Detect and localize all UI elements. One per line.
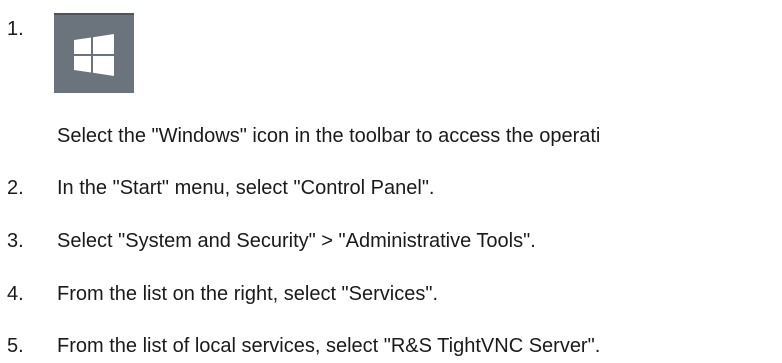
step-2-number: 2. [7,177,24,199]
step-3-text: Select "System and Security" > "Administ… [57,230,536,252]
step-4: 4. From the list on the right, select "S… [0,282,782,306]
step-1-text: Select the "Windows" icon in the toolbar… [57,125,601,147]
step-1: 1. Select the "Windows" icon in the tool… [0,0,782,150]
step-5: 5. From the list of local services, sele… [0,334,782,358]
step-4-text: From the list on the right, select "Serv… [57,283,439,305]
step-3-number: 3. [7,230,24,252]
windows-logo-icon [74,34,114,76]
step-5-text: From the list of local services, select … [57,335,601,357]
step-2: 2. In the "Start" menu, select "Control … [0,176,782,200]
step-4-number: 4. [7,283,24,305]
step-1-number: 1. [7,18,24,40]
step-2-text: In the "Start" menu, select "Control Pan… [57,177,435,199]
windows-start-button [54,13,134,93]
step-5-number: 5. [7,335,24,357]
step-3: 3. Select "System and Security" > "Admin… [0,229,782,253]
